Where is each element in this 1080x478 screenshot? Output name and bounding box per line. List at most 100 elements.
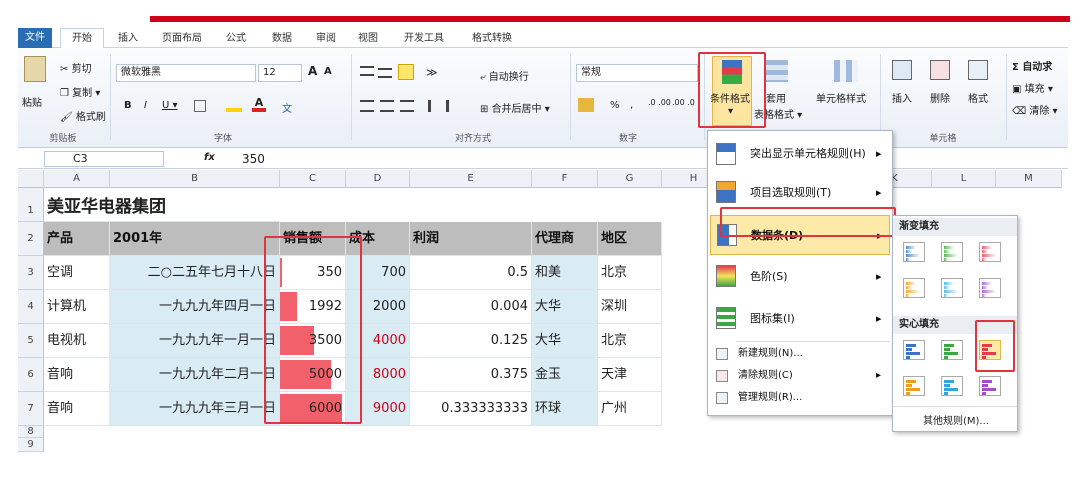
- underline-button[interactable]: U ▾: [162, 100, 178, 111]
- increase-indent-icon[interactable]: [446, 100, 460, 112]
- solid-data-bar-option[interactable]: [979, 376, 1001, 396]
- column-header[interactable]: D: [346, 170, 410, 188]
- cell-date[interactable]: 二○二五年七月十八日: [110, 256, 280, 290]
- currency-icon[interactable]: [578, 98, 594, 112]
- cell-profit[interactable]: 0.004: [410, 290, 532, 324]
- italic-button[interactable]: I: [144, 100, 147, 111]
- cell-product[interactable]: 空调: [44, 256, 110, 290]
- more-rules-link[interactable]: 其他规则(M)...: [923, 412, 989, 427]
- fill-color-icon[interactable]: [226, 98, 242, 112]
- align-bottom-icon[interactable]: [398, 64, 414, 80]
- cell-region[interactable]: 天津: [598, 358, 662, 392]
- menu-item-color-scales[interactable]: 色阶(S) ▸: [708, 257, 892, 297]
- tab-data[interactable]: 数据: [262, 29, 302, 48]
- menu-item-clear-rules[interactable]: 清除规则(C) ▸: [708, 365, 892, 387]
- decrease-decimal-button[interactable]: .00 .0: [672, 98, 695, 107]
- tab-insert[interactable]: 插入: [110, 29, 146, 48]
- cell-agent[interactable]: 和美: [532, 256, 598, 290]
- row-header[interactable]: 2: [18, 222, 44, 256]
- solid-data-bar-option[interactable]: [903, 376, 925, 396]
- header-cell[interactable]: 代理商: [532, 222, 598, 256]
- menu-item-highlight-rules[interactable]: 突出显示单元格规则(H) ▸: [708, 135, 892, 173]
- row-header[interactable]: 3: [18, 256, 44, 290]
- menu-item-manage-rules[interactable]: 管理规则(R)...: [708, 387, 892, 409]
- tab-developer[interactable]: 开发工具: [394, 29, 454, 48]
- clear-button[interactable]: ⌫ 清除 ▾: [1012, 102, 1058, 117]
- header-cell[interactable]: 2001年: [110, 222, 280, 256]
- cell-profit[interactable]: 0.5: [410, 256, 532, 290]
- header-cell[interactable]: 利润: [410, 222, 532, 256]
- cell-agent[interactable]: 大华: [532, 324, 598, 358]
- cell-date[interactable]: 一九九九年一月一日: [110, 324, 280, 358]
- menu-item-new-rule[interactable]: 新建规则(N)...: [708, 343, 892, 365]
- tab-formulas[interactable]: 公式: [216, 29, 256, 48]
- column-header[interactable]: L: [932, 170, 996, 188]
- column-header[interactable]: C: [280, 170, 346, 188]
- percent-button[interactable]: %: [610, 100, 620, 111]
- decrease-indent-icon[interactable]: [428, 100, 442, 112]
- gradient-data-bar-option[interactable]: [979, 278, 1001, 298]
- cell-date[interactable]: 一九九九年二月一日: [110, 358, 280, 392]
- formula-input[interactable]: 350: [242, 152, 265, 166]
- cell-region[interactable]: 北京: [598, 324, 662, 358]
- column-header[interactable]: F: [532, 170, 598, 188]
- tab-review[interactable]: 审阅: [308, 29, 344, 48]
- column-header[interactable]: E: [410, 170, 532, 188]
- row-header[interactable]: 5: [18, 324, 44, 358]
- gradient-data-bar-option[interactable]: [941, 278, 963, 298]
- cell-styles-button[interactable]: 单元格样式: [816, 90, 866, 105]
- font-name-select[interactable]: 微软雅黑: [116, 64, 256, 82]
- delete-cells-button[interactable]: 删除: [930, 90, 950, 105]
- align-top-icon[interactable]: [360, 66, 374, 76]
- font-size-select[interactable]: 12: [258, 64, 302, 82]
- comma-button[interactable]: ,: [630, 100, 633, 111]
- row-header[interactable]: 9: [18, 438, 44, 452]
- cut-button[interactable]: ✂ 剪切: [60, 60, 92, 75]
- column-header[interactable]: A: [44, 170, 110, 188]
- tab-format-convert[interactable]: 格式转换: [462, 29, 522, 48]
- gradient-data-bar-option[interactable]: [903, 278, 925, 298]
- cell-region[interactable]: 北京: [598, 256, 662, 290]
- tab-home[interactable]: 开始: [60, 28, 104, 49]
- bold-button[interactable]: B: [124, 100, 132, 111]
- table-format-label[interactable]: 套用: [766, 90, 786, 105]
- cell-agent[interactable]: 大华: [532, 290, 598, 324]
- cell-region[interactable]: 深圳: [598, 290, 662, 324]
- column-header[interactable]: B: [110, 170, 280, 188]
- cell-agent[interactable]: 环球: [532, 392, 598, 426]
- paste-button[interactable]: 粘贴: [22, 94, 42, 109]
- align-right-icon[interactable]: [400, 100, 414, 112]
- align-middle-icon[interactable]: [378, 68, 392, 78]
- header-cell[interactable]: 产品: [44, 222, 110, 256]
- grow-font-button[interactable]: A: [308, 64, 317, 78]
- solid-data-bar-option[interactable]: [903, 340, 925, 360]
- cell-agent[interactable]: 金玉: [532, 358, 598, 392]
- sheet-title[interactable]: 美亚华电器集团: [44, 188, 280, 222]
- font-color-icon[interactable]: A: [252, 97, 266, 112]
- gradient-data-bar-option[interactable]: [941, 242, 963, 262]
- solid-data-bar-option[interactable]: [941, 376, 963, 396]
- insert-cells-button[interactable]: 插入: [892, 90, 912, 105]
- phonetic-icon[interactable]: 文: [282, 100, 292, 115]
- cell-profit[interactable]: 0.125: [410, 324, 532, 358]
- format-cells-button[interactable]: 格式: [968, 90, 988, 105]
- shrink-font-button[interactable]: A: [324, 66, 332, 77]
- format-painter-button[interactable]: 🖌 格式刷: [60, 108, 106, 123]
- select-all-corner[interactable]: [18, 170, 44, 188]
- cell-region[interactable]: 广州: [598, 392, 662, 426]
- autosum-button[interactable]: Σ 自动求: [1012, 58, 1052, 73]
- tab-view[interactable]: 视图: [350, 29, 386, 48]
- gradient-data-bar-option[interactable]: [903, 242, 925, 262]
- cell-date[interactable]: 一九九九年四月一日: [110, 290, 280, 324]
- borders-icon[interactable]: [194, 100, 206, 112]
- orientation-icon[interactable]: ≫: [426, 66, 440, 79]
- row-header[interactable]: 7: [18, 392, 44, 426]
- gradient-data-bar-option[interactable]: [979, 242, 1001, 262]
- solid-data-bar-option[interactable]: [941, 340, 963, 360]
- number-format-select[interactable]: 常规: [576, 64, 698, 82]
- cell-product[interactable]: 计算机: [44, 290, 110, 324]
- cell-profit[interactable]: 0.333333333: [410, 392, 532, 426]
- cell-product[interactable]: 音响: [44, 392, 110, 426]
- row-header[interactable]: 6: [18, 358, 44, 392]
- align-left-icon[interactable]: [360, 100, 374, 112]
